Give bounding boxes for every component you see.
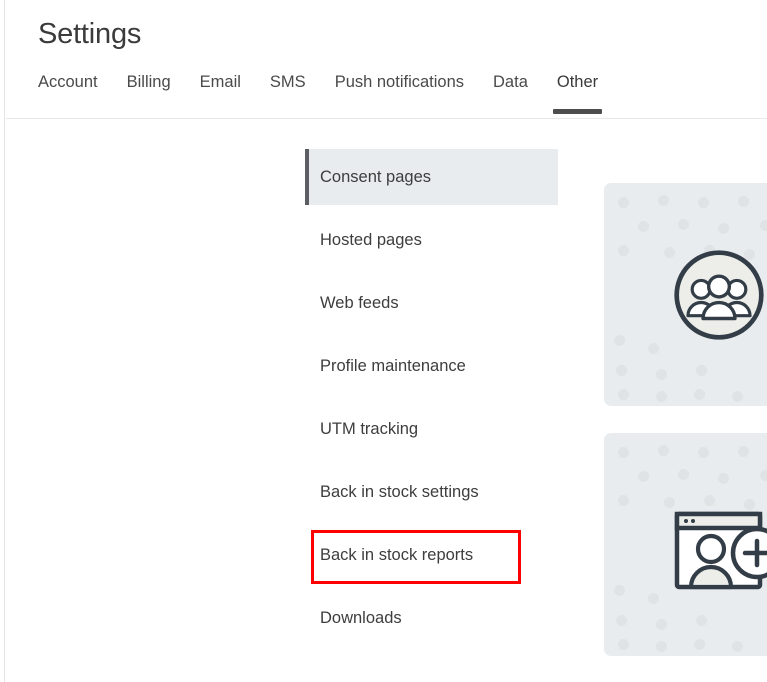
subnav-item-utm-tracking[interactable]: UTM tracking [305, 401, 558, 457]
people-group-circle-icon [674, 250, 764, 340]
browser-add-user-icon [674, 511, 767, 590]
subnav-item-back-in-stock-settings[interactable]: Back in stock settings [305, 464, 558, 520]
tab-other[interactable]: Other [552, 72, 603, 114]
subnav-item-label: Downloads [320, 608, 402, 627]
settings-page: Settings Account Billing Email SMS Push … [0, 0, 767, 682]
tab-billing[interactable]: Billing [127, 72, 171, 114]
subnav-item-hosted-pages[interactable]: Hosted pages [305, 212, 558, 268]
subnav-item-label: Profile maintenance [320, 356, 466, 375]
page-title: Settings [38, 18, 142, 50]
other-settings-subnav: Consent pages Hosted pages Web feeds Pro… [305, 149, 558, 653]
subnav-item-label: UTM tracking [320, 419, 419, 438]
tab-sms[interactable]: SMS [270, 72, 306, 114]
subnav-item-label: Web feeds [320, 293, 399, 312]
subnav-item-web-feeds[interactable]: Web feeds [305, 275, 558, 331]
subnav-item-label: Back in stock settings [320, 482, 479, 501]
audience-card[interactable] [604, 183, 767, 406]
page-header: Settings Account Billing Email SMS Push … [6, 0, 767, 119]
subnav-item-consent-pages[interactable]: Consent pages [305, 149, 558, 205]
left-rail [0, 0, 5, 682]
tab-email[interactable]: Email [200, 72, 241, 114]
subnav-item-label: Consent pages [320, 167, 431, 186]
tab-account[interactable]: Account [38, 72, 98, 114]
signup-form-card[interactable] [604, 433, 767, 656]
subnav-item-profile-maintenance[interactable]: Profile maintenance [305, 338, 558, 394]
settings-tab-bar: Account Billing Email SMS Push notificat… [38, 72, 603, 119]
tab-push-notifications[interactable]: Push notifications [335, 72, 464, 114]
tab-data[interactable]: Data [493, 72, 528, 114]
settings-content: Consent pages Hosted pages Web feeds Pro… [6, 120, 767, 682]
subnav-item-label: Hosted pages [320, 230, 422, 249]
subnav-item-back-in-stock-reports[interactable]: Back in stock reports [305, 527, 558, 584]
subnav-item-label: Back in stock reports [320, 545, 474, 564]
subnav-item-downloads[interactable]: Downloads [305, 590, 558, 646]
